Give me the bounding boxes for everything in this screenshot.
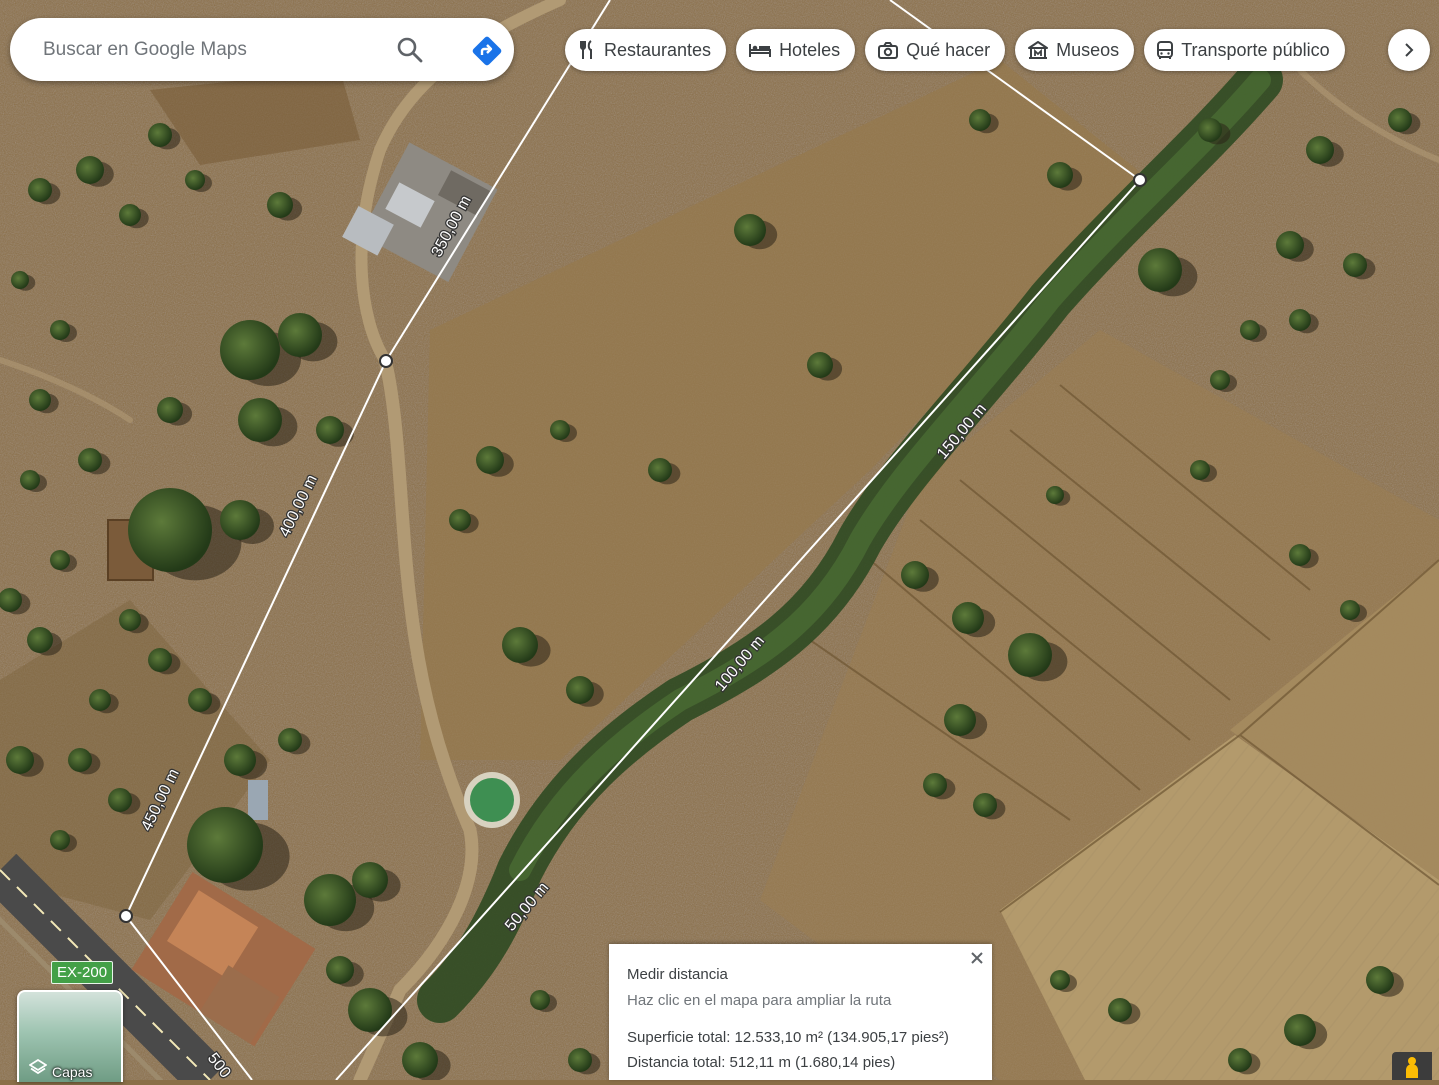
chip-restaurantes[interactable]: Restaurantes [565,29,727,71]
chip-museos[interactable]: Museos [1015,29,1135,71]
chip-hoteles[interactable]: Hoteles [736,29,856,71]
measure-total-area: Superficie total: 12.533,10 m² (134.905,… [627,1029,949,1046]
bus-icon [1157,40,1174,59]
pegman-icon[interactable] [1392,1052,1432,1080]
measure-hint: Haz clic en el mapa para ampliar la ruta [627,992,892,1009]
category-chips: Restaurantes Hoteles Qué hacer Museos Tr… [565,29,1345,73]
chips-scroll-right-button[interactable] [1388,29,1430,71]
bed-icon [749,44,772,57]
chip-label: Museos [1056,39,1120,60]
fork-knife-icon [580,40,592,59]
satellite-map[interactable]: 350,00 m 400,00 m 450,00 m 500 150,00 m … [0,0,1439,1080]
measure-point[interactable] [119,909,133,923]
search-box [10,18,514,81]
layers-icon [28,1058,48,1080]
chip-que-hacer[interactable]: Qué hacer [865,29,1006,71]
layers-button[interactable]: Capas [17,990,123,1082]
search-input[interactable] [41,37,385,62]
chip-label: Qué hacer [906,39,991,60]
camera-icon [878,41,899,59]
close-icon[interactable] [968,949,986,967]
chip-label: Hoteles [779,39,841,60]
chevron-right-icon [1405,43,1414,57]
chip-transporte-publico[interactable]: Transporte público [1144,29,1345,71]
measure-title: Medir distancia [627,966,728,983]
chip-label: Restaurantes [604,39,712,60]
layers-label: Capas [52,1064,93,1080]
search-icon[interactable] [394,34,426,66]
museum-icon [1028,40,1049,59]
measure-total-distance: Distancia total: 512,11 m (1.680,14 pies… [627,1054,896,1071]
measure-distance-panel: Medir distancia Haz clic en el mapa para… [609,944,992,1080]
measure-point[interactable] [379,354,393,368]
directions-icon[interactable] [469,33,505,69]
chip-label: Transporte público [1181,39,1330,60]
road-badge: EX-200 [51,961,114,984]
measure-point[interactable] [1133,173,1147,187]
